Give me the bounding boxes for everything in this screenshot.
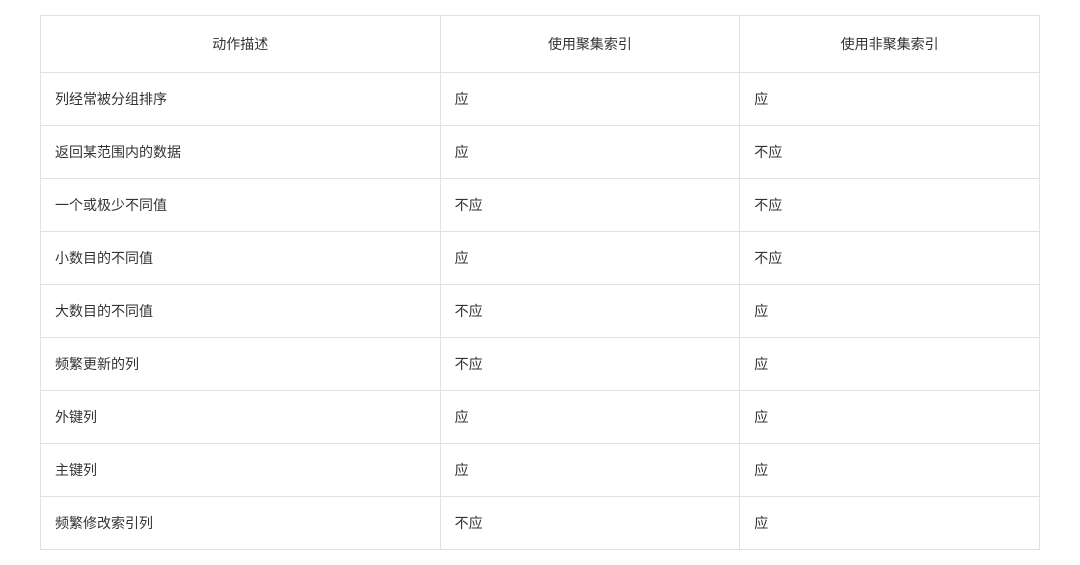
cell-clustered: 不应 — [440, 285, 740, 338]
cell-clustered: 应 — [440, 444, 740, 497]
table-row: 列经常被分组排序 应 应 — [41, 73, 1040, 126]
cell-description: 返回某范围内的数据 — [41, 126, 441, 179]
table-row: 频繁更新的列 不应 应 — [41, 338, 1040, 391]
header-clustered-index: 使用聚集索引 — [440, 16, 740, 73]
table-row: 一个或极少不同值 不应 不应 — [41, 179, 1040, 232]
index-comparison-table: 动作描述 使用聚集索引 使用非聚集索引 列经常被分组排序 应 应 返回某范围内的… — [40, 15, 1040, 550]
cell-clustered: 应 — [440, 391, 740, 444]
cell-description: 一个或极少不同值 — [41, 179, 441, 232]
cell-clustered: 应 — [440, 232, 740, 285]
cell-description: 主键列 — [41, 444, 441, 497]
cell-description: 大数目的不同值 — [41, 285, 441, 338]
table-row: 返回某范围内的数据 应 不应 — [41, 126, 1040, 179]
table-row: 主键列 应 应 — [41, 444, 1040, 497]
cell-clustered: 不应 — [440, 338, 740, 391]
table-header-row: 动作描述 使用聚集索引 使用非聚集索引 — [41, 16, 1040, 73]
cell-description: 频繁修改索引列 — [41, 497, 441, 550]
cell-nonclustered: 应 — [740, 338, 1040, 391]
cell-nonclustered: 应 — [740, 444, 1040, 497]
cell-nonclustered: 应 — [740, 391, 1040, 444]
cell-nonclustered: 应 — [740, 285, 1040, 338]
cell-nonclustered: 不应 — [740, 179, 1040, 232]
cell-nonclustered: 应 — [740, 73, 1040, 126]
header-action-description: 动作描述 — [41, 16, 441, 73]
header-nonclustered-index: 使用非聚集索引 — [740, 16, 1040, 73]
cell-description: 外键列 — [41, 391, 441, 444]
cell-nonclustered: 不应 — [740, 126, 1040, 179]
table-row: 大数目的不同值 不应 应 — [41, 285, 1040, 338]
cell-clustered: 应 — [440, 73, 740, 126]
cell-description: 频繁更新的列 — [41, 338, 441, 391]
cell-clustered: 不应 — [440, 179, 740, 232]
cell-description: 小数目的不同值 — [41, 232, 441, 285]
cell-description: 列经常被分组排序 — [41, 73, 441, 126]
cell-clustered: 应 — [440, 126, 740, 179]
table-row: 外键列 应 应 — [41, 391, 1040, 444]
table-row: 小数目的不同值 应 不应 — [41, 232, 1040, 285]
cell-nonclustered: 应 — [740, 497, 1040, 550]
cell-clustered: 不应 — [440, 497, 740, 550]
table-row: 频繁修改索引列 不应 应 — [41, 497, 1040, 550]
cell-nonclustered: 不应 — [740, 232, 1040, 285]
